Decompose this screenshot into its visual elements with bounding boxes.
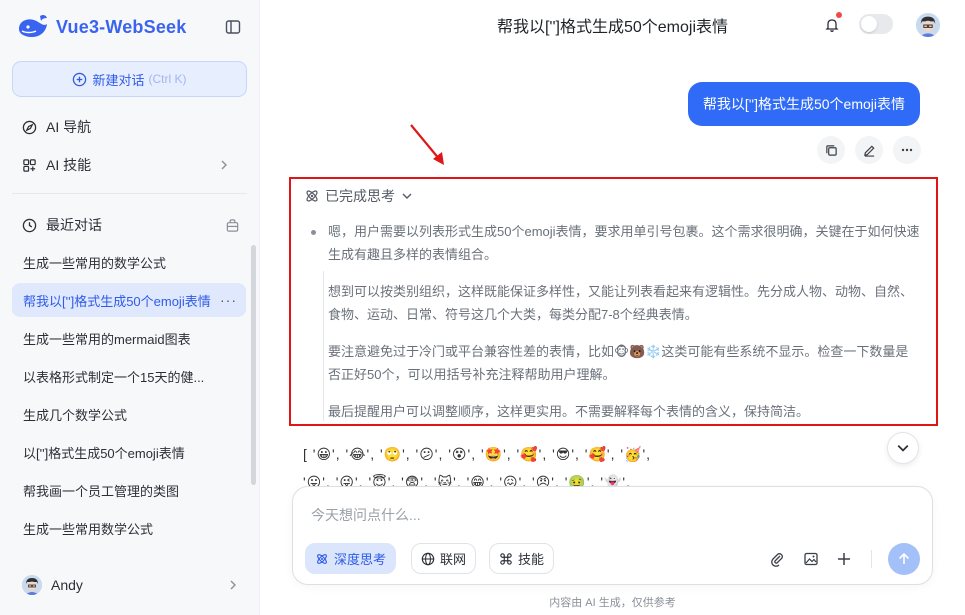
history-item-active[interactable]: 帮我以['']格式生成50个emoji表情 ··· [12, 283, 246, 317]
new-chat-button[interactable]: 新建对话 (Ctrl K) [12, 61, 247, 97]
history-item-label: 生成几个数学公式 [23, 407, 128, 423]
nav-ai-skills[interactable]: AI 技能 [12, 148, 248, 182]
nav-label: AI 导航 [46, 119, 92, 135]
history-item[interactable]: 生成一些常用的数学公式 [12, 245, 246, 279]
message-input[interactable] [311, 505, 911, 525]
theme-toggle[interactable] [859, 14, 893, 34]
user-avatar-icon [22, 575, 42, 595]
new-chat-label: 新建对话 [92, 72, 145, 88]
add-button[interactable] [834, 549, 854, 569]
history-item-label: 生成一些常用的数学公式 [23, 255, 167, 271]
history-item[interactable]: 以['']格式生成50个emoji表情 [12, 435, 246, 469]
history-item-label: 帮我画一个员工管理的类图 [23, 483, 180, 499]
paperclip-icon [771, 553, 783, 567]
recent-conversations-header: 最近对话 [12, 210, 248, 240]
upload-image-button[interactable] [801, 549, 821, 569]
chevron-down-icon [402, 193, 412, 199]
more-actions-button[interactable] [893, 136, 921, 164]
copy-button[interactable] [817, 136, 845, 164]
chip-label: 技能 [518, 552, 545, 567]
user-name: Andy [51, 577, 83, 593]
chip-label: 深度思考 [334, 552, 387, 567]
bullet-dot [311, 230, 316, 235]
attach-file-button[interactable] [767, 549, 787, 569]
notifications-button[interactable] [819, 12, 845, 38]
avatar [22, 575, 42, 595]
pencil-icon [863, 144, 875, 157]
answer-row: [ '😀', '😂', '🙄', '😕', '😵', '🤩', '🥰', '😎'… [303, 446, 652, 462]
clear-history-icon[interactable] [225, 218, 240, 233]
collapse-sidebar-button[interactable] [222, 16, 244, 38]
history-item-label: 生成一些常用数学公式 [23, 521, 154, 537]
edit-button[interactable] [855, 136, 883, 164]
deep-thinking-toggle[interactable]: 深度思考 [305, 543, 397, 574]
quote-line [323, 271, 324, 421]
history-item-label: 以表格形式制定一个15天的健... [23, 369, 205, 385]
recent-title: 最近对话 [46, 217, 102, 233]
copy-icon [825, 144, 837, 156]
history-item-label: 生成一些常用的mermaid图表 [23, 331, 191, 347]
image-icon [804, 552, 818, 566]
toggle-knob [861, 16, 877, 32]
thinking-toggle[interactable]: 已完成思考 [304, 185, 417, 207]
atom-icon [306, 190, 318, 202]
plus-icon [838, 553, 850, 565]
atom-icon [317, 553, 327, 564]
user-message-bubble: 帮我以['']格式生成50个emoji表情 [687, 82, 920, 126]
send-button[interactable] [888, 543, 920, 575]
thinking-paragraph: 想到可以按类别组织，这样既能保证多样性，又能让列表看起来有逻辑性。先分成人物、动… [328, 284, 914, 322]
thinking-label: 已完成思考 [325, 188, 395, 204]
web-search-toggle[interactable]: 联网 [411, 543, 477, 574]
user-avatar-icon [916, 13, 940, 37]
thinking-paragraph: 最后提醒用户可以调整顺序，这样更实用。不需要解释每个表情的含义，保持简洁。 [328, 404, 810, 419]
bell-icon [825, 19, 839, 32]
history-item[interactable]: 生成一些常用数学公式 [12, 511, 246, 545]
command-icon [500, 552, 512, 565]
clock-icon [22, 218, 37, 232]
history-item[interactable]: 生成一些常用的mermaid图表 [12, 321, 246, 355]
annotation-arrow-icon [410, 124, 444, 165]
notification-dot [836, 12, 842, 18]
message-composer: 深度思考 联网 技能 [292, 486, 933, 585]
history-item[interactable]: 帮我画一个员工管理的类图 [12, 473, 246, 507]
history-item-label: 帮我以['']格式生成50个emoji表情 [23, 293, 211, 309]
user-profile[interactable]: Andy [12, 569, 248, 601]
chip-label: 联网 [440, 552, 467, 567]
chevron-right-icon [230, 580, 236, 590]
new-chat-shortcut: (Ctrl K) [148, 72, 187, 86]
history-item-label: 以['']格式生成50个emoji表情 [23, 445, 185, 461]
thinking-content: 嗯，用户需要以列表形式生成50个emoji表情，要求用单引号包裹。这个需求很明确… [311, 220, 921, 437]
ai-disclaimer: 内容由 AI 生成，仅供参考 [549, 597, 676, 609]
globe-icon [421, 552, 435, 565]
chevron-down-icon [897, 445, 909, 452]
chevron-right-icon [221, 160, 227, 170]
sidebar: Vue3-WebSeek 新建对话 (Ctrl K) AI 导航 AI 技能 最… [0, 0, 260, 615]
nav-ai-navigation[interactable]: AI 导航 [12, 110, 248, 144]
sidebar-toggle-icon [225, 20, 241, 34]
sidebar-divider [12, 193, 247, 194]
app-name: Vue3-WebSeek [56, 16, 187, 37]
more-options-icon[interactable]: ··· [220, 292, 237, 308]
history-item[interactable]: 生成几个数学公式 [12, 397, 246, 431]
skills-button[interactable]: 技能 [489, 543, 555, 574]
thinking-paragraph: 要注意避免过于冷门或平台兼容性差的表情，比如🐵🐻❄️这类可能有些系统不显示。检查… [328, 344, 909, 382]
toolbar-divider [871, 550, 872, 568]
apps-icon [23, 158, 36, 172]
more-horizontal-icon [901, 148, 913, 152]
header-avatar[interactable] [916, 13, 940, 37]
scroll-to-bottom-button[interactable] [887, 432, 919, 464]
brand[interactable]: Vue3-WebSeek [16, 12, 186, 42]
arrow-up-icon [898, 552, 910, 564]
thinking-paragraph: 嗯，用户需要以列表形式生成50个emoji表情，要求用单引号包裹。这个需求很明确… [328, 224, 920, 262]
whale-logo-icon [19, 14, 47, 37]
sidebar-scrollbar[interactable] [251, 245, 256, 485]
nav-label: AI 技能 [46, 157, 92, 173]
history-item[interactable]: 以表格形式制定一个15天的健... [12, 359, 246, 393]
plus-circle-icon [73, 72, 87, 86]
compass-icon [22, 120, 37, 134]
